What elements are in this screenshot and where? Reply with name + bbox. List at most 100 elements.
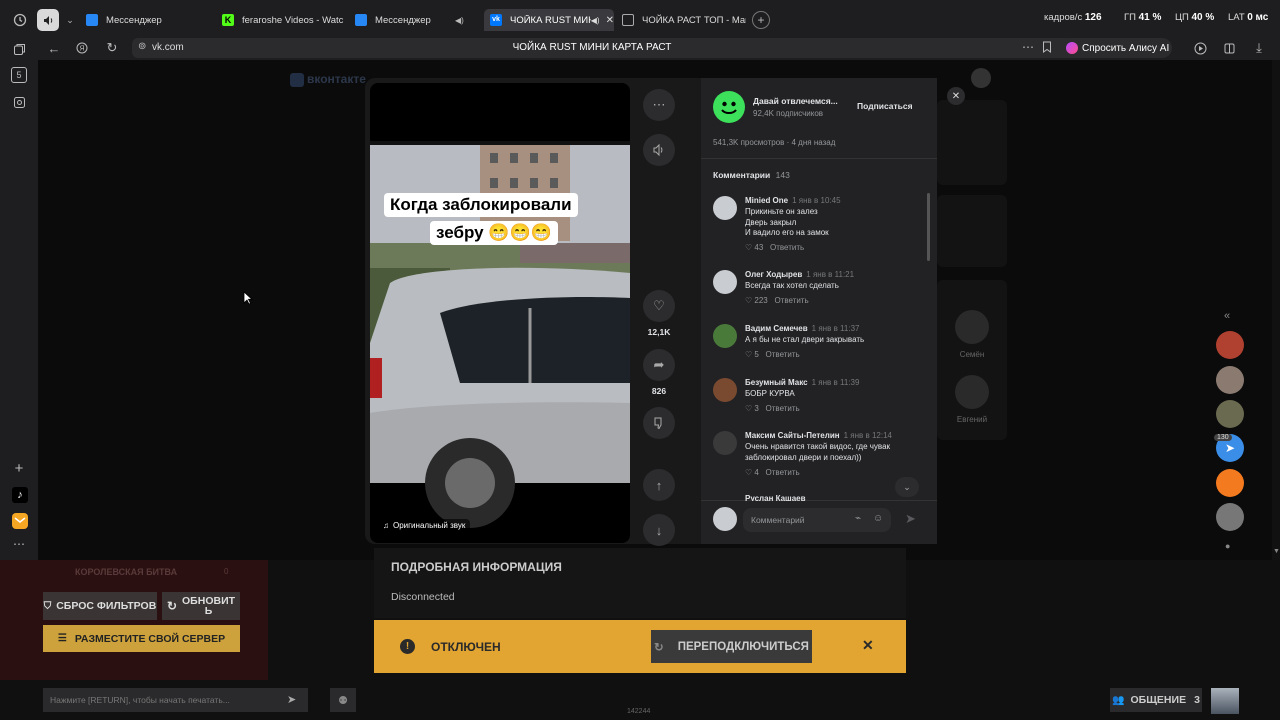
heart-icon[interactable]: ♡ <box>745 468 752 477</box>
tab-messenger-1[interactable]: Мессенджер <box>86 9 206 31</box>
downloads-icon[interactable]: ⤓ <box>1251 40 1267 56</box>
shares-count: 826 <box>651 386 667 396</box>
royal-battle-label[interactable]: КОРОЛЕВСКАЯ БИТВА <box>75 567 177 577</box>
page-scrollbar[interactable]: ▼ <box>1272 60 1280 560</box>
author-avatar[interactable] <box>713 91 745 123</box>
heart-icon[interactable]: ♡ <box>745 350 752 359</box>
social-avatar[interactable] <box>1216 400 1244 428</box>
comment-avatar[interactable] <box>713 270 737 294</box>
heart-icon[interactable]: ♡ <box>745 404 752 413</box>
partial-comment-author[interactable]: Руслан Кашаев <box>745 494 806 501</box>
tab-messenger-2[interactable]: Мессенджер ◀) <box>355 9 475 31</box>
video-player[interactable]: Когда заблокировали зебру 😁😁😁 ♫ Оригиналь… <box>370 83 630 543</box>
comment-avatar[interactable] <box>713 431 737 455</box>
social-avatar[interactable] <box>1216 366 1244 394</box>
history-icon[interactable] <box>8 9 32 31</box>
new-tab-plus-icon[interactable]: + <box>752 11 770 29</box>
site-security-icon[interactable]: ⊚ <box>138 41 146 52</box>
scroll-comments-down-icon[interactable]: ⌄ <box>895 477 919 497</box>
original-sound-button[interactable]: ♫ Оригинальный звук <box>378 519 471 532</box>
details-panel: ПОДРОБНАЯ ИНФОРМАЦИЯ Disconnected <box>374 548 906 618</box>
subscribe-button[interactable]: Подписаться <box>851 99 919 113</box>
comment-author[interactable]: Безумный Макс 1 янв в 11:39 <box>745 378 859 387</box>
send-comment-icon[interactable]: ➤ <box>905 511 916 527</box>
back-arrow-icon[interactable]: ← <box>46 40 62 56</box>
reconnect-button[interactable]: ↻ ПЕРЕПОДКЛЮЧИТЬСЯ <box>651 630 812 663</box>
comment-author[interactable]: Максим Сайты-Петелин 1 янв в 12:14 <box>745 431 892 440</box>
social-avatar[interactable] <box>1216 331 1244 359</box>
chat-input[interactable]: Нажмите [RETURN], чтобы начать печатать.… <box>43 688 308 712</box>
mail-icon[interactable] <box>12 513 28 529</box>
heart-icon[interactable]: ♡ <box>745 243 752 252</box>
tiktok-icon[interactable]: ♪ <box>12 487 28 503</box>
close-banner-icon[interactable]: ✕ <box>862 637 874 654</box>
comment-author[interactable]: Minied One 1 янв в 10:45 <box>745 196 841 205</box>
comment-avatar[interactable] <box>713 196 737 220</box>
tab-close-icon[interactable]: ✕ <box>606 15 614 26</box>
reply-link[interactable]: Ответить <box>770 243 804 252</box>
tab-audio-icon[interactable]: ◀) <box>591 16 600 25</box>
comment-input[interactable]: Комментарий ⌁ ☺ <box>743 508 891 532</box>
tab-list-chevron-icon[interactable]: ⌄ <box>62 9 78 31</box>
comment-avatar[interactable] <box>713 378 737 402</box>
attach-paperclip-icon[interactable]: ⌁ <box>855 513 861 524</box>
video-play-icon[interactable] <box>1192 40 1208 56</box>
comment-item: Максим Сайты-Петелин 1 янв в 12:14 Очень … <box>713 431 913 479</box>
social-avatar[interactable] <box>1216 503 1244 531</box>
collapse-chevron-icon[interactable]: « <box>1224 310 1230 322</box>
author-subscribers: 92,4K подписчиков <box>753 109 824 118</box>
comment-avatar[interactable] <box>713 324 737 348</box>
share-arrow-icon[interactable]: ➦ <box>643 349 675 381</box>
social-button[interactable]: 👥 ОБЩЕНИЕ 3 <box>1110 688 1202 712</box>
more-options-icon[interactable]: ⋯ <box>643 89 675 121</box>
dislike-icon[interactable] <box>643 407 675 439</box>
bookmark-icon[interactable] <box>1042 41 1052 56</box>
faded-card <box>937 195 1007 267</box>
reload-icon[interactable]: ↻ <box>104 40 120 56</box>
author-name[interactable]: Давай отвлечемся... <box>753 96 838 106</box>
refresh-button[interactable]: ↻ ОБНОВИТ Ь <box>162 592 240 620</box>
gpu-readout: ГП 41 % <box>1124 12 1162 23</box>
place-server-button[interactable]: ☰ РАЗМЕСТИТЕ СВОЙ СЕРВЕР <box>43 625 240 652</box>
reply-link[interactable]: Ответить <box>766 404 800 413</box>
comment-author[interactable]: Вадим Семечев 1 янв в 11:37 <box>745 324 859 333</box>
chat-send-icon[interactable]: ➤ <box>287 693 296 706</box>
emoji-icon[interactable]: ☺ <box>873 513 883 524</box>
reset-filters-button[interactable]: ⛉ СБРОС ФИЛЬТРОВ <box>43 592 157 620</box>
tab-audio-icon[interactable]: ◀) <box>455 16 464 25</box>
collections-5-icon[interactable]: 5 <box>11 67 27 83</box>
reply-link[interactable]: Ответить <box>766 350 800 359</box>
tab-chayka-top[interactable]: ЧОЙКА РАСТ ТОП - Marat <box>622 9 746 31</box>
friend-name: Евгений <box>956 415 988 424</box>
more-dots-icon[interactable]: ⋯ <box>11 537 27 551</box>
scroll-down-arrow-icon[interactable]: ▼ <box>1273 548 1280 555</box>
like-heart-icon[interactable]: ♡ <box>643 290 675 322</box>
tabs-icon[interactable] <box>11 41 27 57</box>
tab-kick-video[interactable]: K feraroshe Videos - Watch C <box>222 9 344 31</box>
heart-icon[interactable]: ♡ <box>745 296 752 305</box>
next-video-arrow-icon[interactable]: ↓ <box>643 514 675 546</box>
ask-alice-button[interactable]: Спросить Алису AI <box>1062 38 1172 58</box>
yandex-icon[interactable]: Я <box>74 40 90 56</box>
chat-bubble-icon[interactable]: ● <box>1225 541 1230 551</box>
likes-count: 12,1K <box>647 327 671 337</box>
extensions-icon[interactable] <box>1221 40 1237 56</box>
game-app-icon[interactable] <box>1216 469 1244 497</box>
modal-close-icon[interactable]: ✕ <box>947 87 965 105</box>
tab-active-vk[interactable]: vk ЧОЙКА RUST МИНИ ◀) ✕ <box>484 9 614 31</box>
comment-text: А я бы не стал двери закрывать <box>745 335 865 344</box>
tab-sound-playing-icon[interactable] <box>37 9 59 31</box>
add-panel-plus-icon[interactable]: + <box>11 460 27 477</box>
previous-video-arrow-icon[interactable]: ↑ <box>643 469 675 501</box>
game-thumbnail[interactable] <box>1211 688 1239 714</box>
voice-chat-icon[interactable]: ⚉ <box>330 688 356 712</box>
more-actions-icon[interactable]: ⋯ <box>1022 40 1034 54</box>
comment-author[interactable]: Олег Ходырев 1 янв в 11:21 <box>745 270 854 279</box>
volume-icon[interactable] <box>643 134 675 166</box>
reply-link[interactable]: Ответить <box>766 468 800 477</box>
comments-scrollbar[interactable] <box>927 193 930 261</box>
url-field[interactable]: ⊚ vk.com ЧОЙКА RUST МИНИ КАРТА РАСТ ⋯ <box>132 38 1082 58</box>
reply-link[interactable]: Ответить <box>774 296 808 305</box>
screenshot-icon[interactable] <box>11 94 27 110</box>
comment-actions: ♡ 5 Ответить <box>745 350 800 359</box>
